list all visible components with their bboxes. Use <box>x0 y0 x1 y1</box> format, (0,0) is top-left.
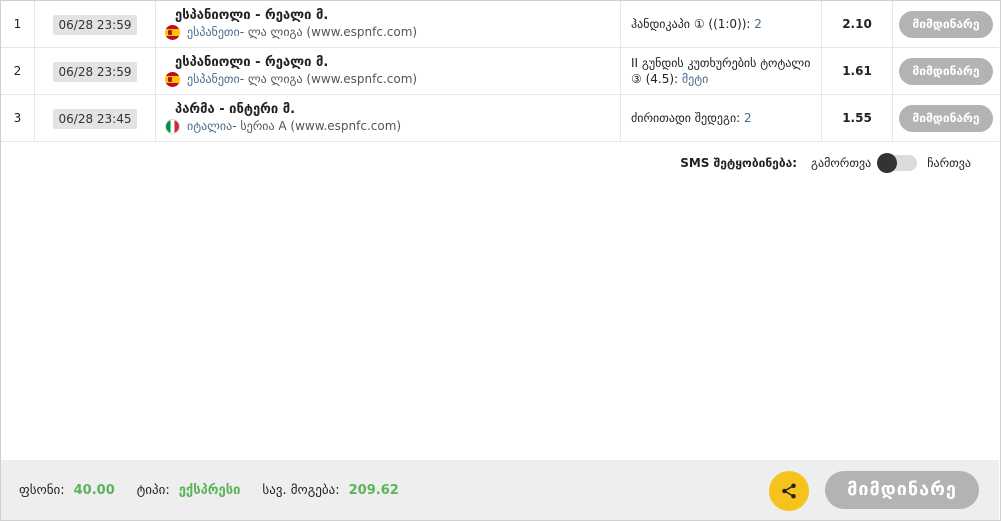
sms-toggle[interactable] <box>877 153 918 173</box>
bet-status-button[interactable]: მიმდინარე <box>825 471 979 509</box>
status-badge: მიმდინარე <box>899 104 993 132</box>
spain-flag-icon <box>165 72 180 87</box>
row-number: 1 <box>1 1 35 48</box>
status-badge: მიმდინარე <box>899 57 993 85</box>
selection-label: II გუნდის კუთხურების ტოტალი ③ (4.5): <box>631 56 811 86</box>
share-button[interactable] <box>769 471 809 511</box>
match-title: პარმა - ინტერი მ. <box>175 102 296 117</box>
league-name: - სერია A (www.espnfc.com) <box>232 119 402 133</box>
possible-win-value: 209.62 <box>348 482 399 498</box>
possible-win-label: სავ. მოგება: <box>262 482 340 498</box>
league-name: - ლა ლიგა (www.espnfc.com) <box>239 25 418 39</box>
table-row: 2 06/28 23:59 ესპანიოლი - რეალი მ. ესპან… <box>1 47 999 95</box>
stake-value: 40.00 <box>73 482 115 498</box>
match-date: 06/28 23:59 <box>52 14 138 35</box>
bets-table: 1 06/28 23:59 ესპანიოლი - რეალი მ. ესპან… <box>1 1 999 142</box>
match-date: 06/28 23:59 <box>52 61 138 82</box>
match-title: ესპანიოლი - რეალი მ. <box>175 8 329 23</box>
match-date: 06/28 23:45 <box>52 108 138 129</box>
sms-label: SMS შეტყობინება: <box>680 156 798 170</box>
table-row: 3 06/28 23:45 პარმა - ინტერი მ. იტალია -… <box>1 94 999 142</box>
odd-value: 1.61 <box>821 47 893 95</box>
italy-flag-icon <box>165 119 180 134</box>
country-name: ესპანეთი <box>187 72 240 86</box>
sms-off-label[interactable]: გამორთვა <box>811 156 871 170</box>
row-number: 2 <box>1 47 35 95</box>
odd-value: 1.55 <box>821 94 893 142</box>
selection-label: ძირითადი შედეგი: <box>631 111 745 125</box>
share-icon <box>782 483 796 499</box>
bet-type-value: ექსპრესი <box>178 482 241 498</box>
selection-value: 2 <box>744 111 752 125</box>
selection-label: ჰანდიკაპი ① ((1:0)): <box>631 17 755 31</box>
stake-label: ფსონი: <box>19 482 65 498</box>
toggle-knob <box>877 153 898 173</box>
selection-value: 2 <box>754 17 762 31</box>
spain-flag-icon <box>165 25 180 40</box>
status-badge: მიმდინარე <box>899 10 993 38</box>
country-name: ესპანეთი <box>187 25 240 39</box>
sms-on-label[interactable]: ჩართვა <box>927 156 971 170</box>
selection-value: მეტი <box>681 72 709 86</box>
country-name: იტალია <box>187 119 233 133</box>
table-row: 1 06/28 23:59 ესპანიოლი - რეალი მ. ესპან… <box>1 1 999 48</box>
league-name: - ლა ლიგა (www.espnfc.com) <box>239 72 418 86</box>
row-number: 3 <box>1 94 35 142</box>
match-title: ესპანიოლი - რეალი მ. <box>175 55 329 70</box>
odd-value: 2.10 <box>821 1 893 48</box>
bet-summary-footer: ფსონი: 40.00 ტიპი: ექსპრესი სავ. მოგება:… <box>1 460 999 520</box>
sms-notification-setting: SMS შეტყობინება: გამორთვა ჩართვა <box>680 153 971 173</box>
bet-type-label: ტიპი: <box>136 482 170 498</box>
